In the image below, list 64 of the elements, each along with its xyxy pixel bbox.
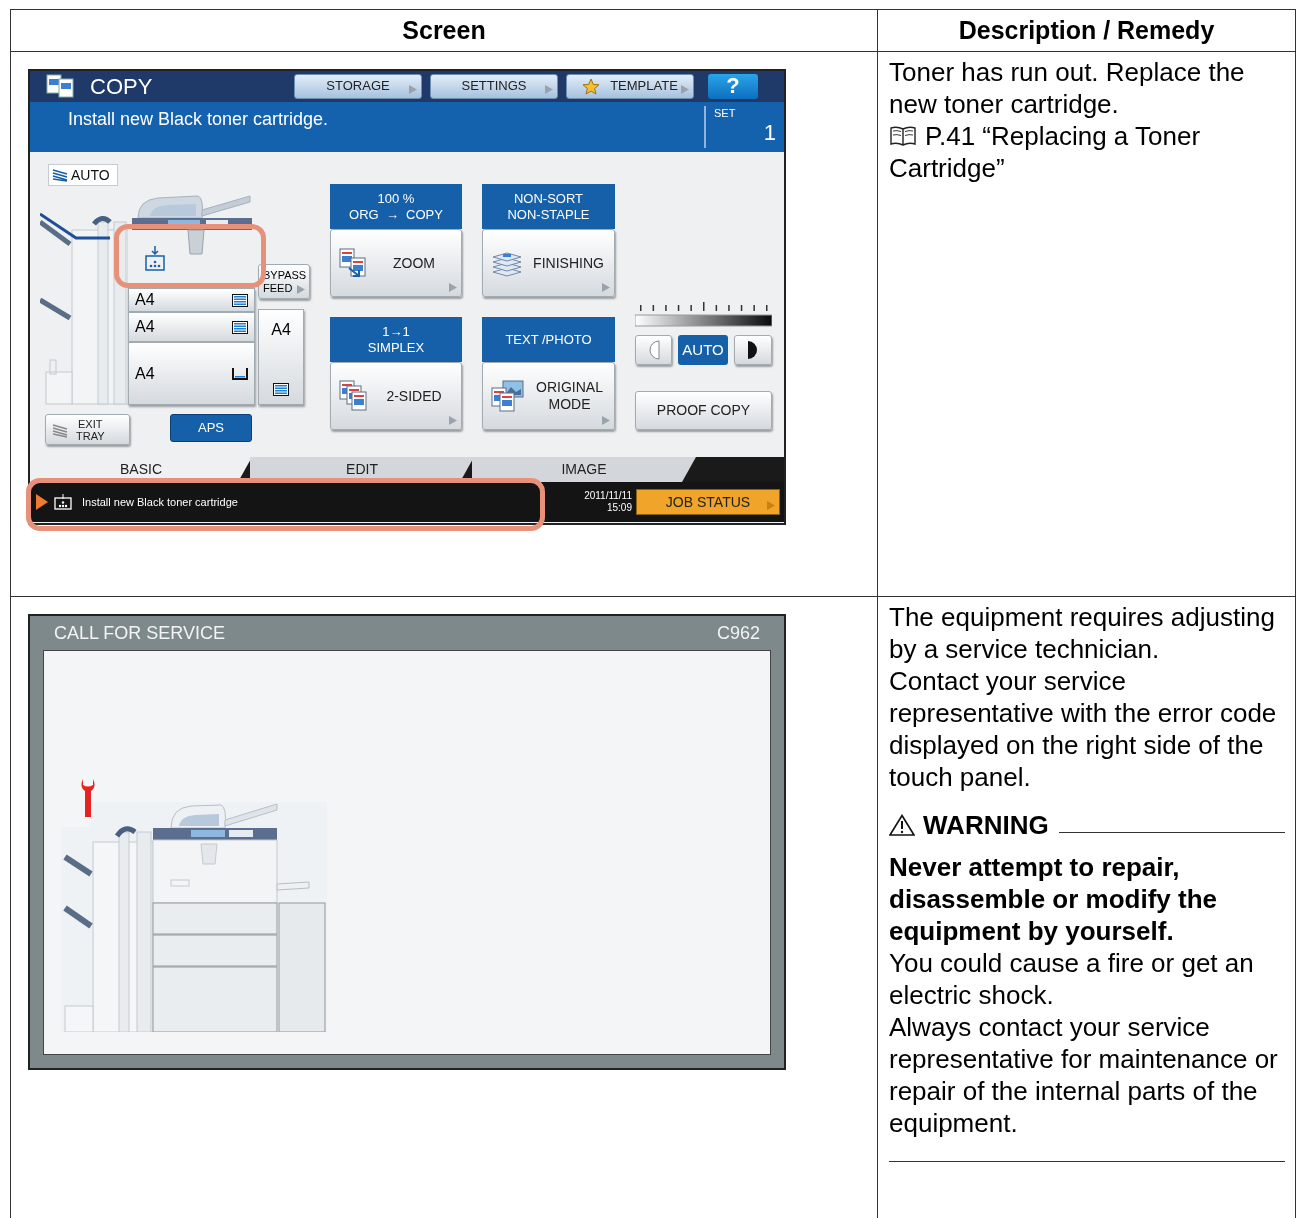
description-text: The equipment requires adjusting by a service technician.	[889, 601, 1276, 665]
book-icon	[889, 125, 917, 147]
manual-reference-link[interactable]: P.41 “Replacing a Toner Cartridge”	[889, 120, 1285, 184]
warning-text: Always contact your service representative for maintenance or repair of the internal parts of the equipment.	[889, 1011, 1279, 1139]
setting-status: TEXT /PHOTO	[482, 317, 615, 362]
paper-icon	[52, 168, 68, 182]
job-status-button[interactable]: JOB STATUS	[636, 489, 780, 515]
wrench-icon	[79, 777, 97, 817]
screen-title: CALL FOR SERVICE	[54, 621, 226, 645]
function-button[interactable]: ZOOM	[330, 229, 462, 297]
setting-status: 1→1 SIMPLEX	[330, 317, 462, 362]
column-header: Screen	[11, 10, 878, 51]
description-text: Toner has run out. Replace the new toner cartridge.	[889, 56, 1246, 120]
menu-button[interactable]: STORAGE	[294, 73, 422, 99]
photo-documents-icon	[491, 380, 525, 412]
column-header: Description / Remedy	[957, 14, 1216, 46]
function-button[interactable]: ORIGINAL MODE	[482, 362, 615, 430]
aps-button[interactable]: APS	[170, 414, 252, 442]
auto-density-button[interactable]: AUTO	[678, 335, 728, 365]
warning-heading: WARNING	[923, 809, 1049, 841]
caret-icon	[449, 416, 457, 425]
menu-button[interactable]: SETTINGS	[430, 73, 558, 99]
caret-icon	[409, 84, 417, 94]
tray-icon	[52, 421, 68, 438]
original-size-label: AUTO	[48, 164, 118, 186]
description-text: Contact your service representative with the error code displayed on the right side of the touch panel.	[889, 665, 1278, 793]
documents-icon	[339, 380, 367, 412]
paper-tray-button[interactable]: A4	[128, 288, 255, 312]
zoom-icon	[339, 248, 367, 278]
exit-tray-button[interactable]: EXIT TRAY	[45, 414, 130, 445]
screen-title: COPY	[90, 72, 154, 101]
setting-status: NON-SORT NON-STAPLE	[482, 184, 615, 229]
darker-button[interactable]	[734, 335, 772, 365]
set-count: 1	[763, 120, 776, 146]
date-text: 2011/11/11	[584, 490, 632, 502]
set-label: SET	[714, 106, 736, 120]
menu-button[interactable]: TEMPLATE	[566, 73, 694, 99]
proof-copy-button[interactable]: PROOF COPY	[635, 391, 772, 430]
caret-icon	[545, 84, 553, 94]
paper-tray-button[interactable]: A4	[128, 342, 255, 405]
warning-text: You could cause a fire or get an electric shock.	[889, 947, 1255, 1011]
caret-icon	[297, 285, 305, 294]
tab[interactable]: IMAGE	[472, 457, 696, 482]
play-icon	[36, 494, 48, 510]
function-button[interactable]: 2-SIDED	[330, 362, 462, 430]
function-button[interactable]: FINISHING	[482, 229, 615, 297]
caret-icon	[602, 416, 610, 425]
warning-icon	[889, 814, 915, 836]
toner-icon	[54, 494, 72, 510]
status-message: Install new Black toner cartridge	[82, 494, 238, 510]
toner-icon	[145, 245, 165, 271]
warning-text: Never attempt to repair, disassemble or modify the equipment by yourself.	[889, 851, 1218, 947]
setting-status: 100 % ORG → COPY	[330, 184, 462, 229]
error-code: C962	[716, 621, 760, 645]
time-text: 15:09	[606, 502, 632, 514]
message-text: Install new Black toner cartridge.	[68, 108, 330, 131]
copy-icon	[46, 74, 76, 98]
bypass-tray-button[interactable]: A4	[258, 309, 304, 405]
caret-icon	[681, 84, 689, 94]
caret-icon	[449, 283, 457, 292]
paper-tray-button[interactable]: A4	[128, 312, 255, 342]
caret-icon	[767, 501, 775, 510]
caret-icon	[602, 283, 610, 292]
star-icon	[582, 77, 601, 95]
